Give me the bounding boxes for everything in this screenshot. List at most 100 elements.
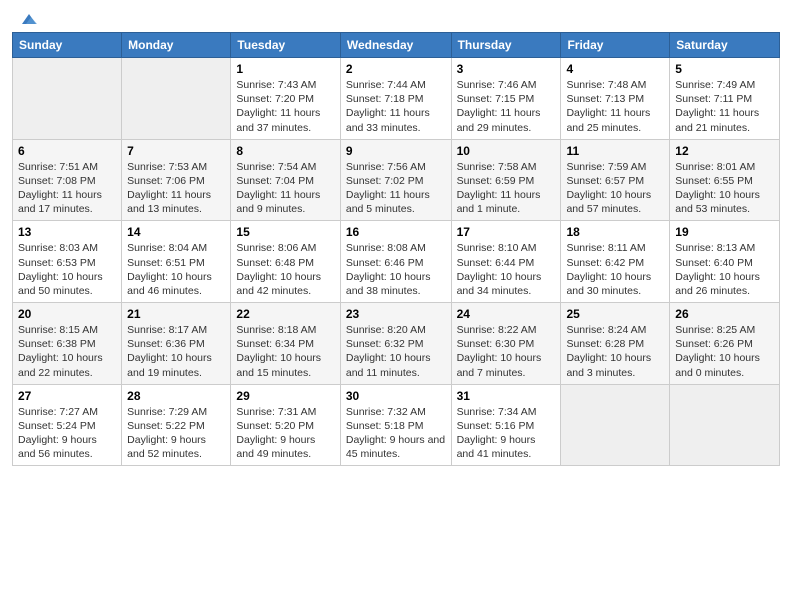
day-info: Sunrise: 7:31 AM Sunset: 5:20 PM Dayligh… — [236, 405, 334, 462]
day-info: Sunrise: 8:20 AM Sunset: 6:32 PM Dayligh… — [346, 323, 446, 380]
day-number: 5 — [675, 62, 774, 76]
day-info: Sunrise: 8:06 AM Sunset: 6:48 PM Dayligh… — [236, 241, 334, 298]
day-cell: 9 Sunrise: 7:56 AM Sunset: 7:02 PM Daylig… — [340, 139, 451, 221]
calendar-table: SundayMondayTuesdayWednesdayThursdayFrid… — [12, 32, 780, 466]
header-cell-saturday: Saturday — [670, 33, 780, 58]
day-number: 8 — [236, 144, 334, 158]
day-info: Sunrise: 7:53 AM Sunset: 7:06 PM Dayligh… — [127, 160, 225, 217]
day-number: 25 — [566, 307, 664, 321]
day-cell: 16 Sunrise: 8:08 AM Sunset: 6:46 PM Dayli… — [340, 221, 451, 303]
day-number: 14 — [127, 225, 225, 239]
day-cell: 29 Sunrise: 7:31 AM Sunset: 5:20 PM Dayli… — [231, 384, 340, 466]
day-info: Sunrise: 7:43 AM Sunset: 7:20 PM Dayligh… — [236, 78, 334, 135]
day-info: Sunrise: 7:56 AM Sunset: 7:02 PM Dayligh… — [346, 160, 446, 217]
day-info: Sunrise: 8:08 AM Sunset: 6:46 PM Dayligh… — [346, 241, 446, 298]
day-cell: 26 Sunrise: 8:25 AM Sunset: 6:26 PM Dayli… — [670, 303, 780, 385]
day-info: Sunrise: 8:22 AM Sunset: 6:30 PM Dayligh… — [457, 323, 556, 380]
day-info: Sunrise: 7:46 AM Sunset: 7:15 PM Dayligh… — [457, 78, 556, 135]
day-info: Sunrise: 8:03 AM Sunset: 6:53 PM Dayligh… — [18, 241, 116, 298]
day-cell — [670, 384, 780, 466]
day-cell: 13Sunrise: 8:03 AM Sunset: 6:53 PM Dayli… — [13, 221, 122, 303]
day-info: Sunrise: 7:44 AM Sunset: 7:18 PM Dayligh… — [346, 78, 446, 135]
day-info: Sunrise: 8:04 AM Sunset: 6:51 PM Dayligh… — [127, 241, 225, 298]
day-info: Sunrise: 7:59 AM Sunset: 6:57 PM Dayligh… — [566, 160, 664, 217]
day-cell: 17 Sunrise: 8:10 AM Sunset: 6:44 PM Dayli… — [451, 221, 561, 303]
day-cell: 23 Sunrise: 8:20 AM Sunset: 6:32 PM Dayli… — [340, 303, 451, 385]
day-cell: 31 Sunrise: 7:34 AM Sunset: 5:16 PM Dayli… — [451, 384, 561, 466]
day-info: Sunrise: 7:34 AM Sunset: 5:16 PM Dayligh… — [457, 405, 556, 462]
calendar-body: 1 Sunrise: 7:43 AM Sunset: 7:20 PM Daylig… — [13, 58, 780, 466]
day-number: 22 — [236, 307, 334, 321]
day-cell: 11 Sunrise: 7:59 AM Sunset: 6:57 PM Dayli… — [561, 139, 670, 221]
day-number: 16 — [346, 225, 446, 239]
day-info: Sunrise: 7:51 AM Sunset: 7:08 PM Dayligh… — [18, 160, 116, 217]
day-number: 3 — [457, 62, 556, 76]
day-cell: 14 Sunrise: 8:04 AM Sunset: 6:51 PM Dayli… — [122, 221, 231, 303]
header-cell-thursday: Thursday — [451, 33, 561, 58]
day-number: 1 — [236, 62, 334, 76]
day-number: 31 — [457, 389, 556, 403]
day-info: Sunrise: 8:25 AM Sunset: 6:26 PM Dayligh… — [675, 323, 774, 380]
day-cell: 24Sunrise: 8:22 AM Sunset: 6:30 PM Dayli… — [451, 303, 561, 385]
day-cell: 18 Sunrise: 8:11 AM Sunset: 6:42 PM Dayli… — [561, 221, 670, 303]
day-number: 11 — [566, 144, 664, 158]
day-info: Sunrise: 8:24 AM Sunset: 6:28 PM Dayligh… — [566, 323, 664, 380]
day-info: Sunrise: 7:29 AM Sunset: 5:22 PM Dayligh… — [127, 405, 225, 462]
calendar-wrapper: SundayMondayTuesdayWednesdayThursdayFrid… — [0, 28, 792, 474]
day-number: 28 — [127, 389, 225, 403]
day-info: Sunrise: 8:17 AM Sunset: 6:36 PM Dayligh… — [127, 323, 225, 380]
day-number: 2 — [346, 62, 446, 76]
day-number: 9 — [346, 144, 446, 158]
header-cell-monday: Monday — [122, 33, 231, 58]
day-number: 6 — [18, 144, 116, 158]
day-info: Sunrise: 8:15 AM Sunset: 6:38 PM Dayligh… — [18, 323, 116, 380]
day-cell: 21Sunrise: 8:17 AM Sunset: 6:36 PM Dayli… — [122, 303, 231, 385]
day-cell: 8Sunrise: 7:54 AM Sunset: 7:04 PM Daylig… — [231, 139, 340, 221]
day-info: Sunrise: 7:48 AM Sunset: 7:13 PM Dayligh… — [566, 78, 664, 135]
week-row-5: 27Sunrise: 7:27 AM Sunset: 5:24 PM Dayli… — [13, 384, 780, 466]
header-cell-tuesday: Tuesday — [231, 33, 340, 58]
day-number: 20 — [18, 307, 116, 321]
day-info: Sunrise: 7:49 AM Sunset: 7:11 PM Dayligh… — [675, 78, 774, 135]
day-number: 18 — [566, 225, 664, 239]
page-header — [0, 0, 792, 28]
day-cell: 22 Sunrise: 8:18 AM Sunset: 6:34 PM Dayli… — [231, 303, 340, 385]
day-cell — [122, 58, 231, 140]
day-cell: 5 Sunrise: 7:49 AM Sunset: 7:11 PM Daylig… — [670, 58, 780, 140]
week-row-3: 13Sunrise: 8:03 AM Sunset: 6:53 PM Dayli… — [13, 221, 780, 303]
day-cell: 2 Sunrise: 7:44 AM Sunset: 7:18 PM Daylig… — [340, 58, 451, 140]
week-row-4: 20 Sunrise: 8:15 AM Sunset: 6:38 PM Dayli… — [13, 303, 780, 385]
day-info: Sunrise: 7:27 AM Sunset: 5:24 PM Dayligh… — [18, 405, 116, 462]
day-cell: 3 Sunrise: 7:46 AM Sunset: 7:15 PM Daylig… — [451, 58, 561, 140]
day-number: 29 — [236, 389, 334, 403]
day-cell: 4Sunrise: 7:48 AM Sunset: 7:13 PM Daylig… — [561, 58, 670, 140]
day-info: Sunrise: 7:58 AM Sunset: 6:59 PM Dayligh… — [457, 160, 556, 217]
header-cell-wednesday: Wednesday — [340, 33, 451, 58]
header-cell-friday: Friday — [561, 33, 670, 58]
day-cell: 12Sunrise: 8:01 AM Sunset: 6:55 PM Dayli… — [670, 139, 780, 221]
day-number: 23 — [346, 307, 446, 321]
day-info: Sunrise: 8:10 AM Sunset: 6:44 PM Dayligh… — [457, 241, 556, 298]
day-cell: 7 Sunrise: 7:53 AM Sunset: 7:06 PM Daylig… — [122, 139, 231, 221]
day-number: 7 — [127, 144, 225, 158]
day-cell: 1 Sunrise: 7:43 AM Sunset: 7:20 PM Daylig… — [231, 58, 340, 140]
day-cell — [13, 58, 122, 140]
day-number: 19 — [675, 225, 774, 239]
day-cell: 6 Sunrise: 7:51 AM Sunset: 7:08 PM Daylig… — [13, 139, 122, 221]
day-number: 10 — [457, 144, 556, 158]
day-info: Sunrise: 8:11 AM Sunset: 6:42 PM Dayligh… — [566, 241, 664, 298]
day-info: Sunrise: 8:18 AM Sunset: 6:34 PM Dayligh… — [236, 323, 334, 380]
day-number: 17 — [457, 225, 556, 239]
day-info: Sunrise: 8:01 AM Sunset: 6:55 PM Dayligh… — [675, 160, 774, 217]
header-row: SundayMondayTuesdayWednesdayThursdayFrid… — [13, 33, 780, 58]
day-cell — [561, 384, 670, 466]
day-cell: 27Sunrise: 7:27 AM Sunset: 5:24 PM Dayli… — [13, 384, 122, 466]
week-row-2: 6 Sunrise: 7:51 AM Sunset: 7:08 PM Daylig… — [13, 139, 780, 221]
day-number: 26 — [675, 307, 774, 321]
day-cell: 20 Sunrise: 8:15 AM Sunset: 6:38 PM Dayli… — [13, 303, 122, 385]
day-cell: 19Sunrise: 8:13 AM Sunset: 6:40 PM Dayli… — [670, 221, 780, 303]
day-cell: 25 Sunrise: 8:24 AM Sunset: 6:28 PM Dayli… — [561, 303, 670, 385]
logo-icon — [20, 12, 38, 26]
logo — [18, 12, 38, 24]
day-cell: 15Sunrise: 8:06 AM Sunset: 6:48 PM Dayli… — [231, 221, 340, 303]
